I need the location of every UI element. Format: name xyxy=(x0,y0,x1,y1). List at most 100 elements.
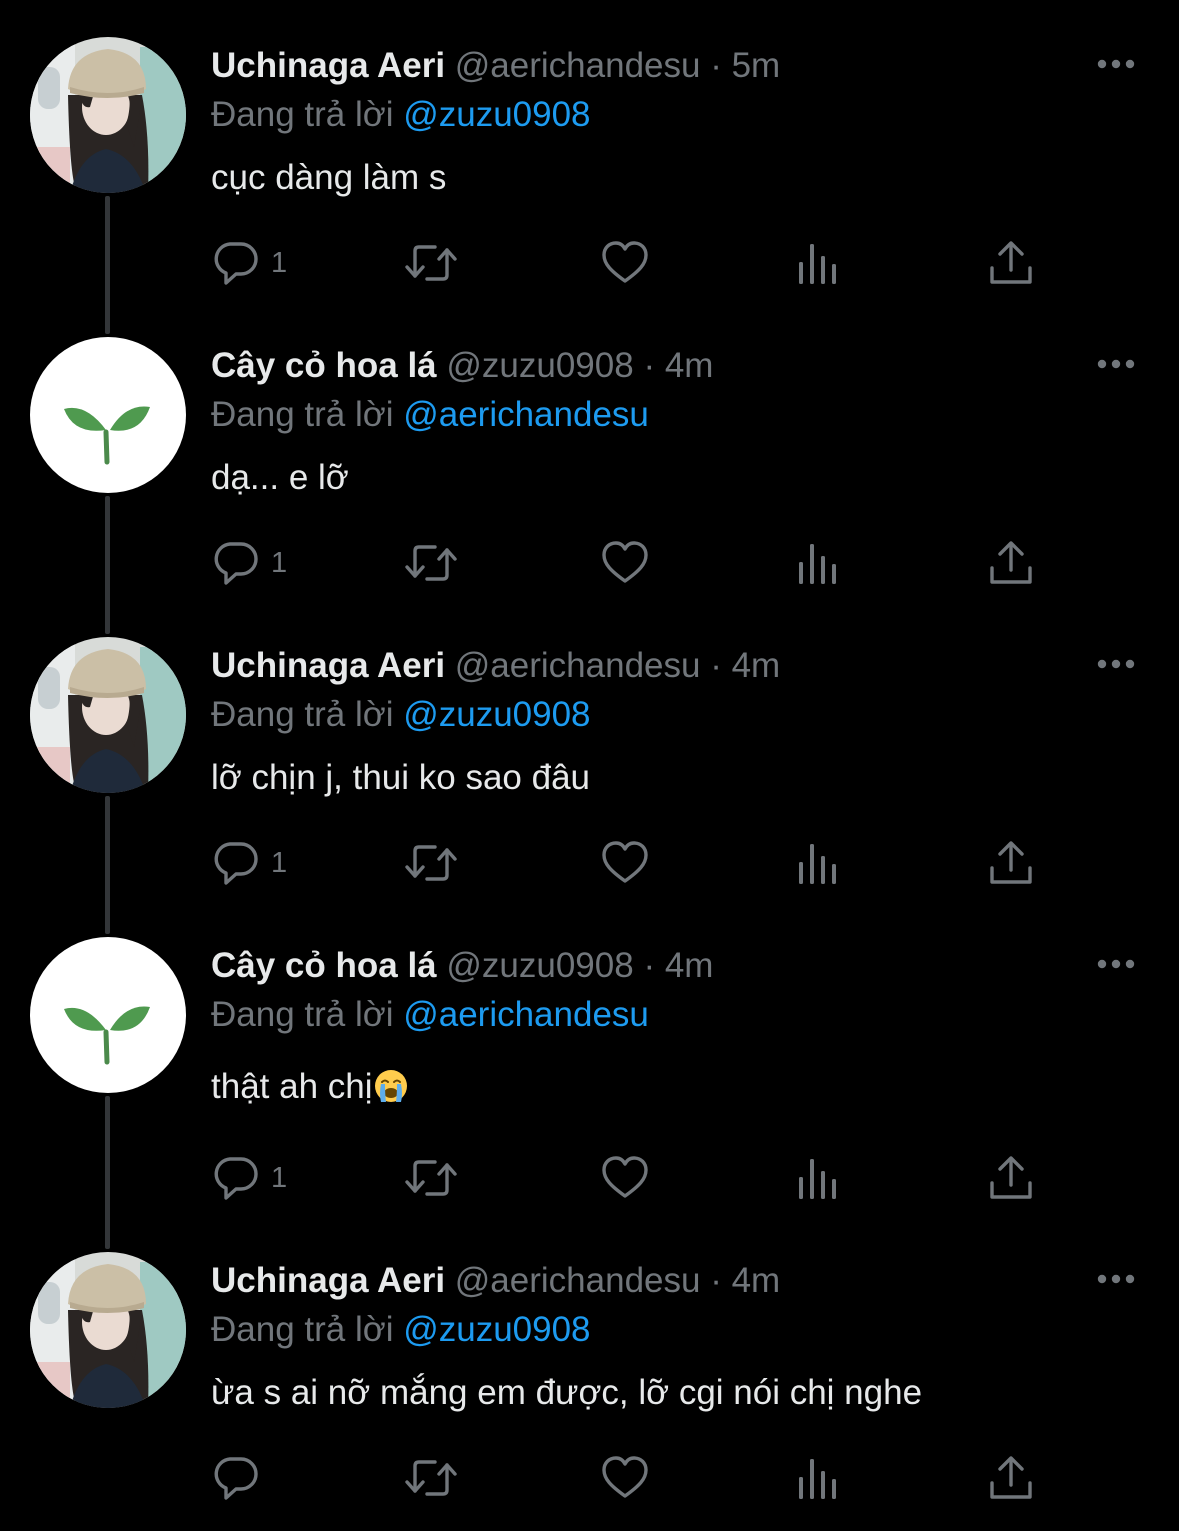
three-dots-icon xyxy=(1097,59,1135,69)
share-button[interactable] xyxy=(988,1451,1034,1505)
user-handle[interactable]: @aerichandesu xyxy=(455,646,701,685)
display-name[interactable]: Cây cỏ hoa lá xyxy=(211,946,437,985)
more-options-button[interactable] xyxy=(1094,650,1138,678)
thread: Uchinaga Aeri @aerichandesu · 5m Đang tr… xyxy=(0,0,1179,1531)
bar-chart-icon xyxy=(799,844,836,884)
avatar[interactable] xyxy=(30,937,186,1093)
reply-button[interactable]: 1 xyxy=(211,536,287,590)
more-options-button[interactable] xyxy=(1094,350,1138,378)
bar-chart-icon xyxy=(799,1459,836,1499)
tweet-text: cục dàng làm s xyxy=(211,158,447,197)
avatar[interactable] xyxy=(30,1252,186,1408)
tweet-header: Uchinaga Aeri @aerichandesu · 5m xyxy=(211,44,780,88)
more-options-button[interactable] xyxy=(1094,1265,1138,1293)
tweet-header: Cây cỏ hoa lá @zuzu0908 · 4m xyxy=(211,944,713,988)
tweet-text: ừa s ai nỡ mắng em được, lỡ cgi nói chị … xyxy=(211,1373,923,1412)
separator-dot: · xyxy=(710,646,722,685)
avatar[interactable] xyxy=(30,637,186,793)
share-button[interactable] xyxy=(988,536,1034,590)
tweet-actions: 1 xyxy=(211,536,1071,590)
avatar[interactable] xyxy=(30,337,186,493)
retweet-button[interactable] xyxy=(401,1151,461,1205)
tweet-actions: 1 xyxy=(211,236,1071,290)
views-button[interactable] xyxy=(797,836,841,890)
tweet[interactable]: Uchinaga Aeri @aerichandesu · 4m Đang tr… xyxy=(0,600,1179,900)
retweet-button[interactable] xyxy=(401,536,461,590)
tweet-header: Uchinaga Aeri @aerichandesu · 4m xyxy=(211,644,780,688)
user-handle[interactable]: @zuzu0908 xyxy=(446,946,633,985)
tweet[interactable]: Cây cỏ hoa lá @zuzu0908 · 4m Đang trả lờ… xyxy=(0,300,1179,600)
retweet-button[interactable] xyxy=(401,1451,461,1505)
more-options-button[interactable] xyxy=(1094,950,1138,978)
sprout-avatar xyxy=(30,937,186,1093)
retweet-arrows-icon xyxy=(405,845,457,881)
like-button[interactable] xyxy=(600,236,650,290)
like-button[interactable] xyxy=(600,836,650,890)
timestamp[interactable]: 4m xyxy=(665,946,714,985)
replying-to-label: Đang trả lời xyxy=(211,995,394,1034)
mention-link[interactable]: @zuzu0908 xyxy=(403,695,590,734)
heart-outline-icon xyxy=(602,241,648,283)
mention-link[interactable]: @aerichandesu xyxy=(403,995,649,1034)
views-button[interactable] xyxy=(797,1451,841,1505)
tweet[interactable]: Uchinaga Aeri @aerichandesu · 5m Đang tr… xyxy=(0,0,1179,300)
share-button[interactable] xyxy=(988,836,1034,890)
heart-outline-icon xyxy=(602,1156,648,1198)
speech-bubble-icon xyxy=(214,242,258,285)
retweet-arrows-icon xyxy=(405,1460,457,1496)
user-handle[interactable]: @zuzu0908 xyxy=(446,346,633,385)
like-button[interactable] xyxy=(600,536,650,590)
separator-dot: · xyxy=(643,946,656,985)
heart-outline-icon xyxy=(602,1456,648,1498)
like-button[interactable] xyxy=(600,1151,650,1205)
heart-outline-icon xyxy=(602,841,648,883)
reply-button[interactable]: 1 xyxy=(211,236,287,290)
tweet-header: Uchinaga Aeri @aerichandesu · 4m xyxy=(211,1259,780,1303)
reply-button[interactable] xyxy=(211,1451,271,1505)
views-button[interactable] xyxy=(797,536,841,590)
share-upload-icon xyxy=(990,841,1032,884)
replying-to-line: Đang trả lời @aerichandesu xyxy=(211,993,649,1037)
tweet[interactable]: Uchinaga Aeri @aerichandesu · 4m Đang tr… xyxy=(0,1215,1179,1515)
timestamp[interactable]: 4m xyxy=(665,346,714,385)
user-handle[interactable]: @aerichandesu xyxy=(455,1261,701,1300)
share-upload-icon xyxy=(990,241,1032,284)
separator-dot: · xyxy=(643,346,656,385)
display-name[interactable]: Uchinaga Aeri xyxy=(211,646,445,685)
mention-link[interactable]: @zuzu0908 xyxy=(403,95,590,134)
share-button[interactable] xyxy=(988,1151,1034,1205)
timestamp[interactable]: 4m xyxy=(732,1261,781,1300)
retweet-button[interactable] xyxy=(401,836,461,890)
tweet-header: Cây cỏ hoa lá @zuzu0908 · 4m xyxy=(211,344,713,388)
retweet-button[interactable] xyxy=(401,236,461,290)
share-button[interactable] xyxy=(988,236,1034,290)
share-upload-icon xyxy=(990,1456,1032,1499)
mention-link[interactable]: @aerichandesu xyxy=(403,395,649,434)
like-button[interactable] xyxy=(600,1451,650,1505)
mention-link[interactable]: @zuzu0908 xyxy=(403,1310,590,1349)
display-name[interactable]: Cây cỏ hoa lá xyxy=(211,346,437,385)
display-name[interactable]: Uchinaga Aeri xyxy=(211,1261,445,1300)
retweet-arrows-icon xyxy=(405,245,457,281)
display-name[interactable]: Uchinaga Aeri xyxy=(211,46,445,85)
views-button[interactable] xyxy=(797,1151,841,1205)
more-options-button[interactable] xyxy=(1094,50,1138,78)
replying-to-line: Đang trả lời @zuzu0908 xyxy=(211,693,591,737)
avatar[interactable] xyxy=(30,37,186,193)
reply-button[interactable]: 1 xyxy=(211,1151,287,1205)
tweet-text: lỡ chịn j, thui ko sao đâu xyxy=(211,758,591,797)
tweet-actions: 1 xyxy=(211,1151,1071,1205)
reply-button[interactable]: 1 xyxy=(211,836,287,890)
reply-count: 1 xyxy=(271,1161,288,1194)
retweet-arrows-icon xyxy=(405,1160,457,1196)
user-handle[interactable]: @aerichandesu xyxy=(455,46,701,85)
replying-to-label: Đang trả lời xyxy=(211,695,394,734)
replying-to-label: Đang trả lời xyxy=(211,95,394,134)
bar-chart-icon xyxy=(799,244,836,284)
timestamp[interactable]: 5m xyxy=(732,46,781,85)
timestamp[interactable]: 4m xyxy=(732,646,781,685)
separator-dot: · xyxy=(710,46,722,85)
views-button[interactable] xyxy=(797,236,841,290)
tweet-actions xyxy=(211,1451,1071,1505)
tweet[interactable]: Cây cỏ hoa lá @zuzu0908 · 4m Đang trả lờ… xyxy=(0,900,1179,1200)
